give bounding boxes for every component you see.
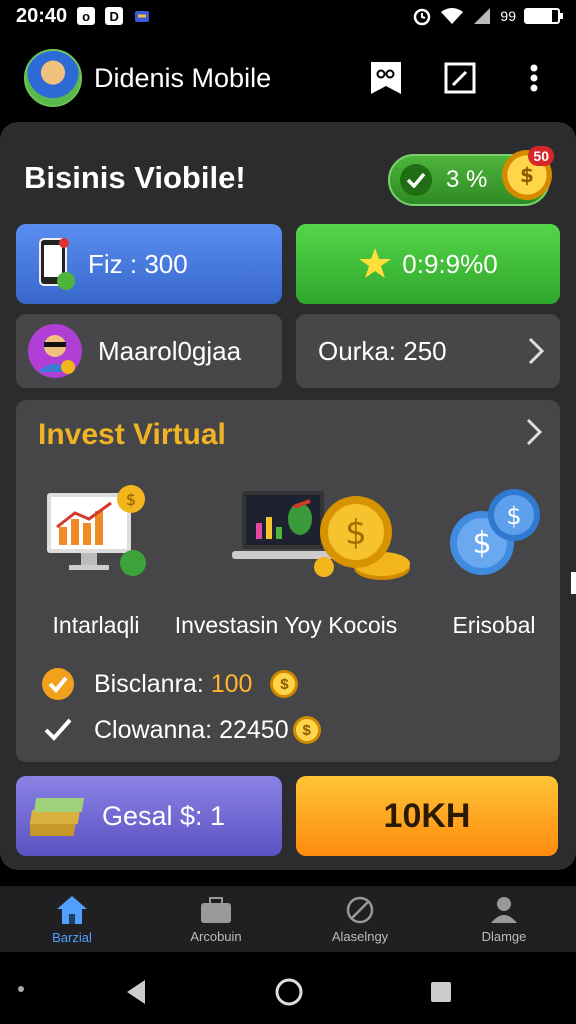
- check-icon: [400, 164, 432, 196]
- notification-app-icon: D: [105, 7, 124, 25]
- chevron-right-icon: [528, 337, 544, 365]
- bookmark-button[interactable]: [368, 60, 404, 96]
- gesal-button[interactable]: Gesal $: 1: [16, 776, 282, 856]
- invest-item[interactable]: $ $ Erisobal: [434, 478, 554, 639]
- avatar[interactable]: [24, 49, 82, 107]
- balance-label: Bisclanra: 100: [94, 669, 253, 698]
- signal-icon: [474, 8, 491, 24]
- svg-text:$: $: [472, 526, 491, 561]
- timer-value: 0:9:9%0: [402, 248, 498, 279]
- coin-icon: $: [270, 670, 299, 698]
- sun-star-icon: [359, 248, 392, 278]
- coin-icon: $ 50: [502, 146, 554, 200]
- coin-icon: $: [292, 716, 321, 744]
- fiz-value: Fiz : 300: [88, 248, 188, 279]
- nav-item-briefcase[interactable]: Arcobuin: [144, 886, 288, 952]
- nav-item-profile[interactable]: Dlamge: [432, 886, 576, 952]
- action-button[interactable]: 10KH: [296, 776, 558, 856]
- notification-badge-icon: [135, 11, 150, 22]
- status-time: 20:40: [16, 4, 68, 27]
- fiz-tile[interactable]: Fiz : 300: [16, 224, 282, 304]
- battery-icon: [524, 8, 563, 24]
- nav-item-globe[interactable]: Alaselngy: [288, 886, 432, 952]
- bottom-nav: Barzial Arcobuin Alaselngy Dlamge: [0, 886, 576, 952]
- chevron-right-icon[interactable]: [526, 418, 542, 446]
- invest-item-label: Investasin Yoy Kocois: [174, 612, 398, 638]
- more-vert-icon: [530, 64, 538, 92]
- back-icon[interactable]: [123, 978, 149, 1006]
- nav-dot-indicator: [18, 986, 24, 992]
- balance-label: Clowanna: 22450: [94, 715, 289, 744]
- balance-row: Bisclanra: 100 $: [40, 666, 299, 702]
- svg-text:$: $: [345, 513, 367, 553]
- svg-text:$: $: [126, 490, 136, 509]
- globe-icon: [346, 896, 374, 923]
- svg-text:$: $: [520, 163, 534, 187]
- invest-item-label: Erisobal: [452, 612, 536, 638]
- blue-coins-icon: $$: [450, 489, 540, 575]
- action-label: 10KH: [383, 796, 471, 835]
- coin-count-badge: 50: [528, 146, 554, 166]
- system-nav: [0, 960, 576, 1024]
- status-bar: 20:40 o D 99: [0, 0, 576, 32]
- more-button[interactable]: [516, 60, 552, 96]
- progress-badge[interactable]: 3 % $ 50: [388, 146, 554, 206]
- edit-button[interactable]: [442, 60, 478, 96]
- cash-stack-icon: [30, 798, 85, 836]
- invest-title: Invest Virtual: [38, 418, 226, 451]
- ourka-tile[interactable]: Ourka: 250: [296, 314, 560, 388]
- home-circle-icon[interactable]: [274, 977, 304, 1007]
- monitor-chart-icon: $: [47, 485, 146, 576]
- gesal-label: Gesal $: 1: [102, 800, 226, 831]
- username: Maarol0gjaa: [98, 335, 242, 366]
- signal-text: 99: [500, 8, 516, 24]
- gold-coins-icon: $: [320, 496, 410, 580]
- ourka-value: Ourka: 250: [318, 335, 447, 366]
- nav-item-home[interactable]: Barzial: [0, 886, 144, 952]
- bookmark-icon: [371, 62, 401, 94]
- page-title: Bisinis Viobile!: [24, 160, 246, 195]
- balance-row: Clowanna: 22450 $: [40, 712, 321, 748]
- edit-icon: [444, 62, 476, 94]
- phone-icon: [39, 238, 75, 290]
- invest-item[interactable]: $ Intarlaqli: [36, 478, 156, 639]
- user-avatar-icon: [28, 324, 82, 378]
- user-tile[interactable]: Maarol0gjaa: [16, 314, 282, 388]
- app-title: Didenis Mobile: [94, 62, 272, 93]
- notification-app-icon: o: [77, 7, 96, 25]
- briefcase-icon: [201, 896, 231, 923]
- wifi-icon: [441, 8, 464, 24]
- main-card: Bisinis Viobile! 3 % $ 50 Fiz : 300 0:9:…: [0, 122, 576, 870]
- alarm-icon: [414, 8, 431, 26]
- invest-panel: Invest Virtual $ Intarlaqli Investasin Y…: [16, 400, 560, 762]
- svg-text:$: $: [506, 502, 521, 530]
- app-bar: Didenis Mobile: [0, 36, 576, 120]
- checkmark-icon: [44, 718, 72, 741]
- invest-item-label: Intarlaqli: [52, 612, 140, 638]
- side-handle[interactable]: [571, 572, 576, 594]
- timer-tile[interactable]: 0:9:9%0: [296, 224, 560, 304]
- person-icon: [491, 896, 517, 923]
- progress-text: 3 %: [446, 166, 488, 193]
- home-icon: [57, 895, 87, 924]
- check-circle-icon: [42, 668, 74, 700]
- recents-icon[interactable]: [429, 980, 453, 1004]
